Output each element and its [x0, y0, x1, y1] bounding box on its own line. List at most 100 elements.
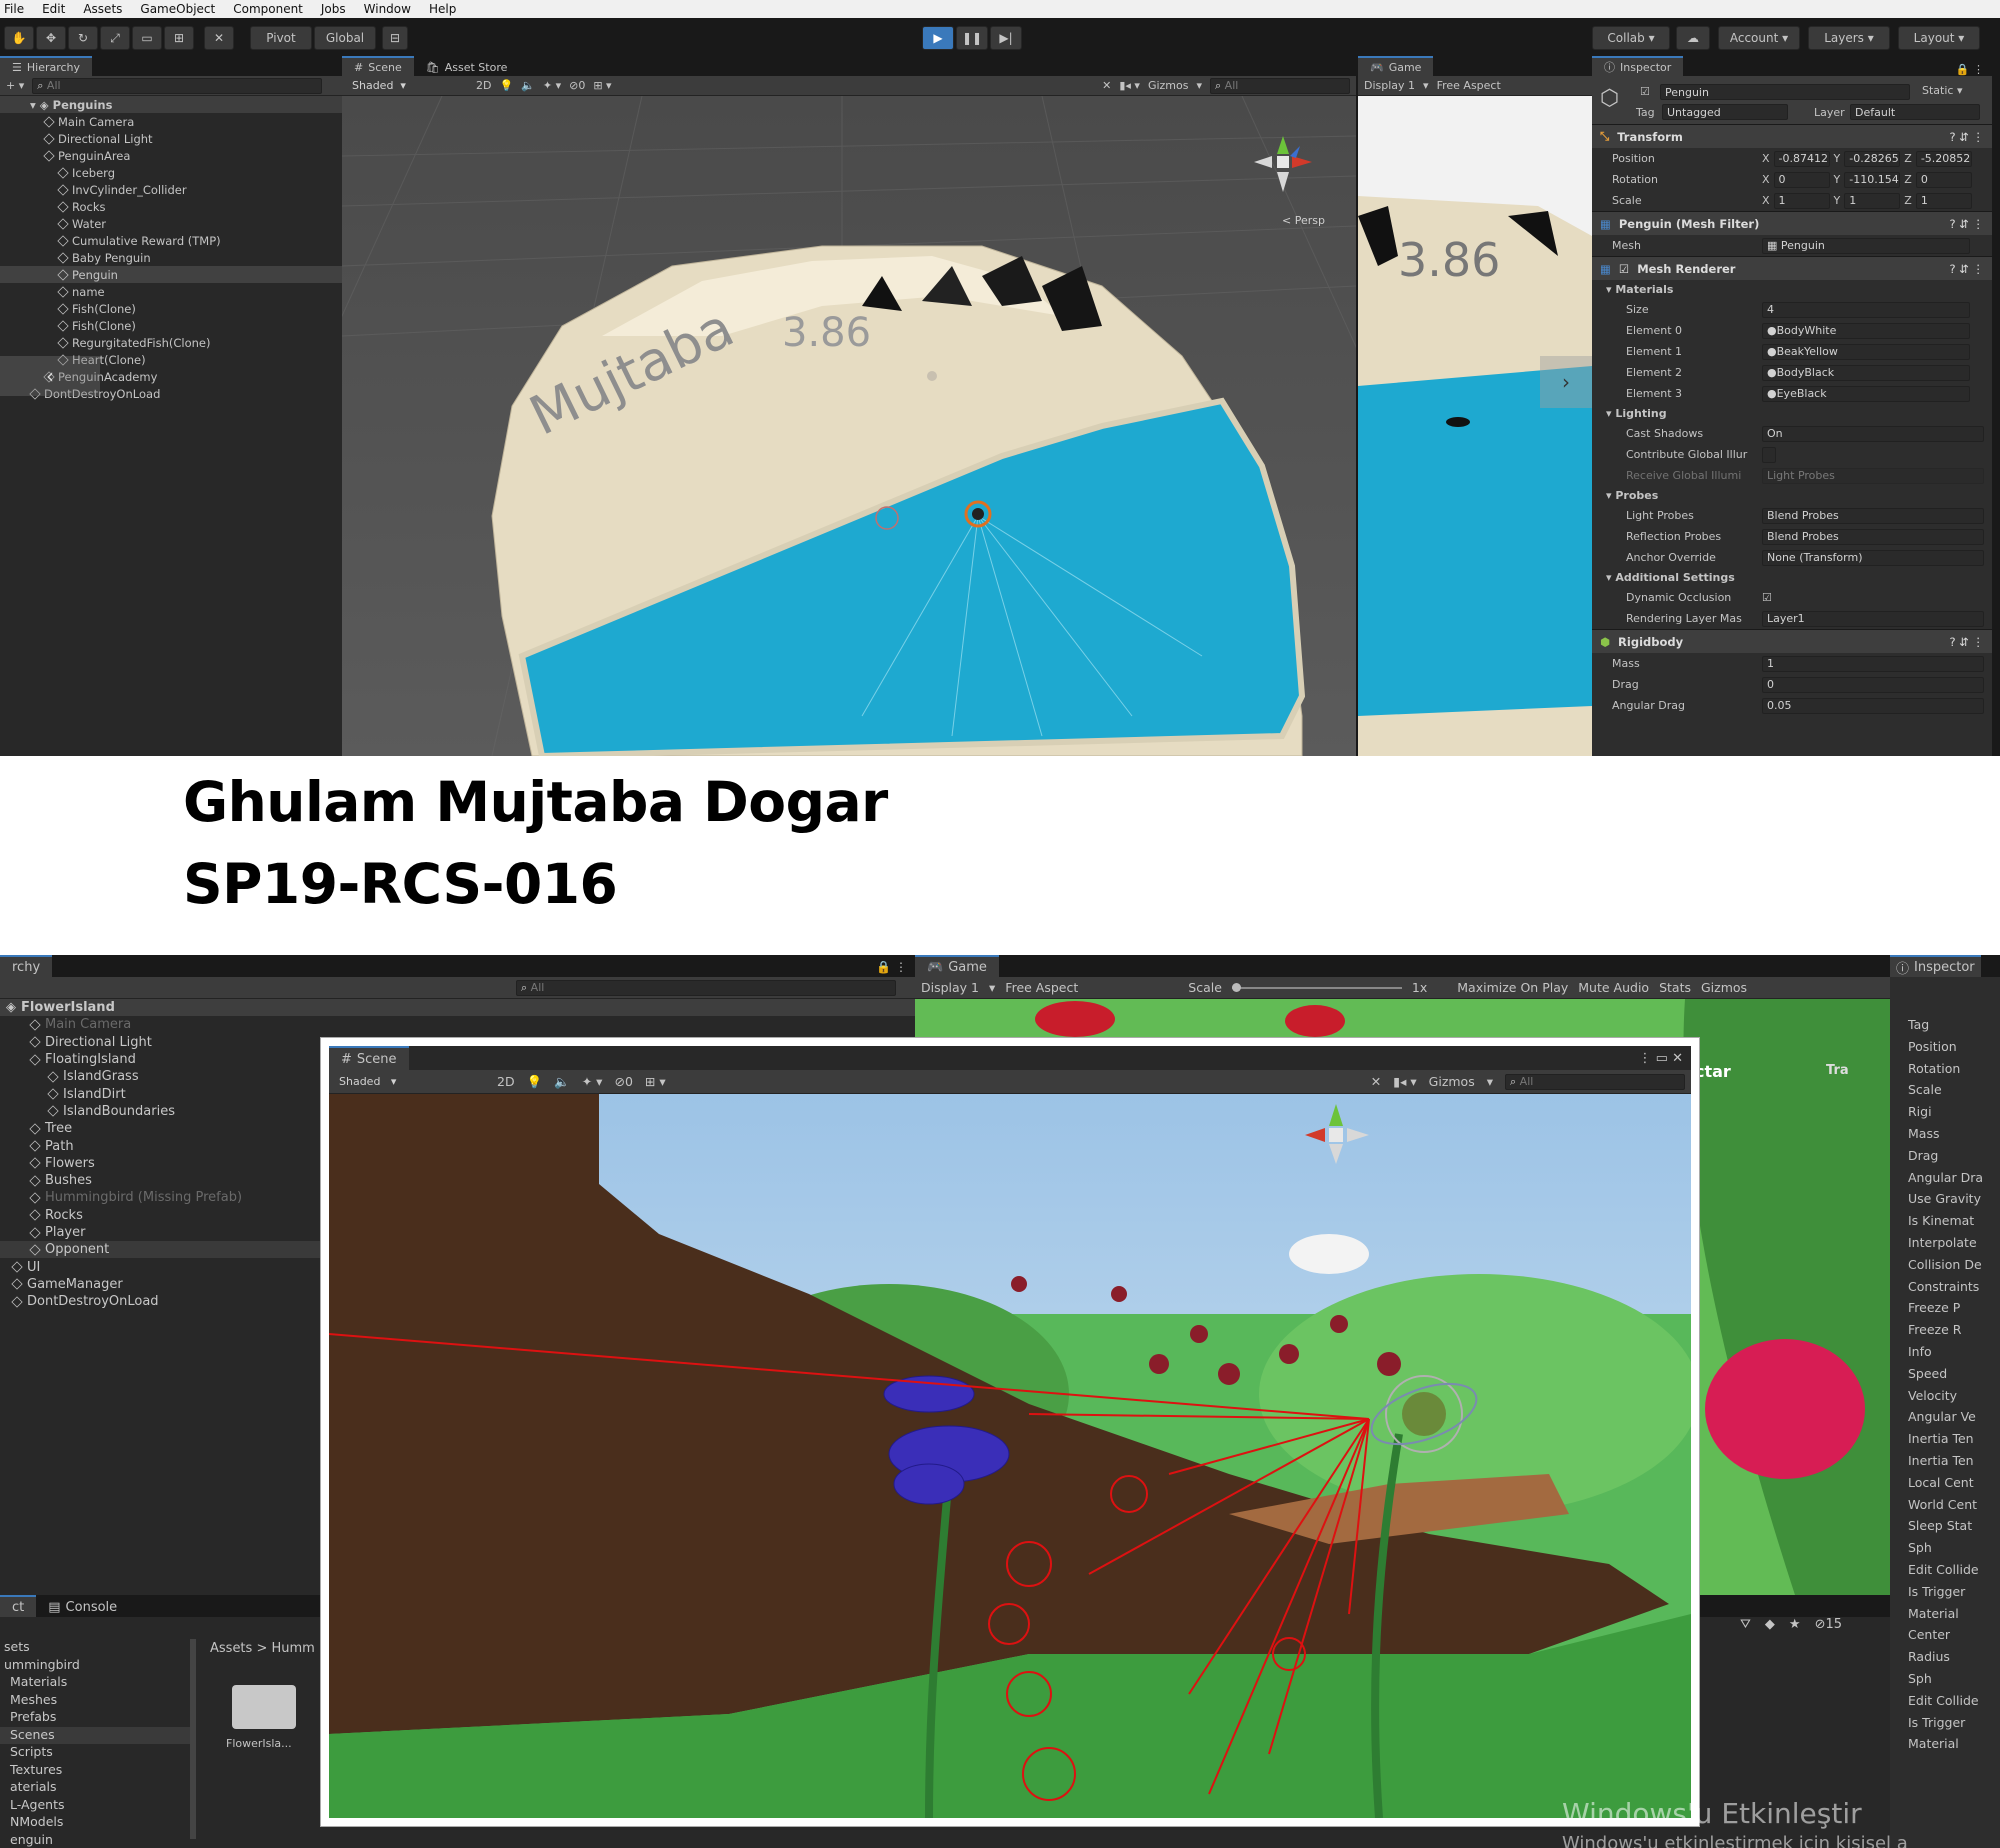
effects-icon[interactable]: ✦ ▾ — [543, 79, 561, 92]
drag-field[interactable]: 0 — [1762, 676, 1984, 693]
next-arrow-overlay[interactable]: › — [1540, 356, 1592, 408]
shading-dropdown[interactable]: Shaded ▾ — [348, 77, 468, 94]
stats-toggle[interactable]: Stats — [1659, 980, 1691, 995]
gizmos-dropdown[interactable]: Gizmos — [1148, 79, 1189, 92]
hierarchy-item[interactable]: Directional Light — [0, 130, 342, 147]
rendering-layer-dropdown[interactable]: Layer1 — [1762, 610, 1984, 627]
prev-arrow-overlay[interactable]: ‹ — [0, 356, 100, 396]
tools-icon[interactable]: ✕ — [1371, 1074, 1381, 1089]
component-menu-icon[interactable]: ? ⇵ ⋮ — [1949, 262, 1992, 276]
collab-dropdown[interactable]: Collab ▾ — [1592, 26, 1670, 50]
tab-console[interactable]: ▤ Console — [36, 1595, 129, 1617]
tab-hierarchy[interactable]: rchy — [0, 955, 53, 977]
scene-viewport[interactable]: Mujtaba 3.86 < Persp — [342, 96, 1356, 756]
2d-toggle[interactable]: 2D — [476, 79, 491, 92]
tab-asset-store[interactable]: 🛍 Asset Store — [414, 56, 520, 76]
project-folder-item[interactable]: NModels — [0, 1814, 190, 1832]
bottom-scene-search[interactable]: ⌕ All — [1505, 1073, 1685, 1090]
project-folder-item[interactable]: enguin — [0, 1832, 190, 1848]
aspect-dropdown[interactable]: Free Aspect — [1437, 79, 1501, 92]
scale-slider-thumb[interactable] — [1231, 982, 1241, 992]
hierarchy-item[interactable]: Fish(Clone) — [0, 317, 342, 334]
menu-edit[interactable]: Edit — [42, 2, 65, 16]
layers-dropdown[interactable]: Layers ▾ — [1808, 26, 1890, 50]
account-dropdown[interactable]: Account ▾ — [1718, 26, 1800, 50]
lighting-header[interactable]: ▾ Lighting — [1592, 404, 1992, 423]
hierarchy-item[interactable]: Baby Penguin — [0, 249, 342, 266]
tab-inspector[interactable]: ⓘ Inspector — [1890, 955, 1981, 977]
hierarchy-item[interactable]: Cumulative Reward (TMP) — [0, 232, 342, 249]
position-y-field[interactable]: -0.28265 — [1844, 150, 1901, 167]
scale-x-field[interactable]: 1 — [1773, 192, 1830, 209]
menu-gameobject[interactable]: GameObject — [140, 2, 215, 16]
tab-scene[interactable]: # Scene — [329, 1046, 409, 1070]
tab-project[interactable]: ct — [0, 1595, 37, 1617]
project-folder-item[interactable]: L-Agents — [0, 1797, 190, 1815]
snap-button[interactable]: ⊟ — [382, 26, 408, 50]
hierarchy-item[interactable]: Penguin — [0, 266, 342, 283]
layer-dropdown[interactable]: Default — [1850, 104, 1980, 120]
rect-tool-button[interactable]: ▭ — [132, 26, 162, 50]
mesh-field[interactable]: ▦ Penguin — [1762, 237, 1970, 254]
tab-inspector[interactable]: ⓘ Inspector — [1592, 56, 1684, 76]
mute-audio-toggle[interactable]: Mute Audio — [1578, 980, 1649, 995]
material-element-field[interactable]: ● BeakYellow — [1762, 343, 1970, 360]
folder-icon[interactable] — [232, 1685, 296, 1729]
hierarchy-item[interactable]: InvCylinder_Collider — [0, 181, 342, 198]
cast-shadows-dropdown[interactable]: On — [1762, 425, 1984, 442]
scene-search-input[interactable]: ⌕ All — [1210, 77, 1350, 94]
star-icon[interactable]: ★ — [1789, 1617, 1801, 1632]
project-breadcrumb[interactable]: Assets > Humm — [210, 1641, 315, 1656]
probes-header[interactable]: ▾ Probes — [1592, 486, 1992, 505]
grid-icon[interactable]: ⊞ ▾ — [593, 79, 611, 92]
menu-window[interactable]: Window — [364, 2, 411, 16]
anchor-override-field[interactable]: None (Transform) — [1762, 549, 1984, 566]
close-icon[interactable]: ✕ — [1672, 1051, 1683, 1066]
hierarchy-item[interactable]: Iceberg — [0, 164, 342, 181]
rotate-tool-button[interactable]: ↻ — [68, 26, 98, 50]
material-element-field[interactable]: ● EyeBlack — [1762, 385, 1970, 402]
bottom-game-gizmos[interactable]: Gizmos — [1701, 980, 1747, 995]
object-name-field[interactable]: Penguin — [1660, 84, 1910, 100]
maximize-icon[interactable]: ▭ — [1656, 1051, 1668, 1066]
project-scrollbar[interactable] — [190, 1639, 196, 1839]
hierarchy-item[interactable]: PenguinArea — [0, 147, 342, 164]
project-folder-item[interactable]: Materials — [0, 1674, 190, 1692]
tab-game[interactable]: 🎮 Game — [915, 955, 999, 977]
step-button[interactable]: ▶| — [990, 26, 1022, 50]
bottom-scene-viewport[interactable] — [329, 1094, 1691, 1818]
hidden-objects-icon[interactable]: ⊘0 — [569, 79, 585, 92]
component-menu-icon[interactable]: ? ⇵ ⋮ — [1949, 635, 1992, 649]
hierarchy-item[interactable]: Water — [0, 215, 342, 232]
hidden-count-icon[interactable]: ⊘15 — [1815, 1617, 1842, 1632]
filter-icon[interactable]: ⛛ — [1740, 1617, 1751, 1632]
hierarchy-search-input[interactable]: ⌕ All — [32, 77, 323, 94]
audio-icon[interactable]: 🔈 — [521, 79, 535, 92]
pivot-toggle[interactable]: Pivot — [250, 26, 312, 50]
lock-icon[interactable]: 🔒 ⋮ — [876, 960, 915, 977]
window-controls[interactable]: ⋮ ▭ ✕ — [1639, 1051, 1691, 1070]
hierarchy-item[interactable]: Fish(Clone) — [0, 300, 342, 317]
hand-tool-button[interactable]: ✋ — [4, 26, 34, 50]
camera-icon[interactable]: ▮◂ ▾ — [1393, 1074, 1416, 1089]
mesh-renderer-header[interactable]: ▦ ☑ Mesh Renderer ? ⇵ ⋮ — [1592, 256, 1992, 280]
project-folder-item[interactable]: Scripts — [0, 1744, 190, 1762]
project-folder-item[interactable]: sets — [0, 1639, 190, 1657]
hierarchy-item[interactable]: name — [0, 283, 342, 300]
play-button[interactable]: ▶ — [922, 26, 954, 50]
rotation-y-field[interactable]: -110.154 — [1844, 171, 1901, 188]
component-menu-icon[interactable]: ? ⇵ ⋮ — [1949, 217, 1992, 231]
project-folder-item[interactable]: Prefabs — [0, 1709, 190, 1727]
menu-jobs[interactable]: Jobs — [321, 2, 346, 16]
menu-assets[interactable]: Assets — [83, 2, 122, 16]
project-folder-item[interactable]: Textures — [0, 1762, 190, 1780]
rigidbody-header[interactable]: ⬢ Rigidbody ? ⇵ ⋮ — [1592, 629, 1992, 653]
light-probes-dropdown[interactable]: Blend Probes — [1762, 507, 1984, 524]
component-menu-icon[interactable]: ? ⇵ ⋮ — [1949, 130, 1992, 144]
bottom-display-dropdown[interactable]: Display 1 — [921, 980, 979, 995]
tab-hierarchy[interactable]: ☰ Hierarchy — [0, 56, 93, 76]
enabled-checkbox[interactable]: ☑ — [1619, 262, 1629, 276]
camera-icon[interactable]: ▮◂ ▾ — [1119, 79, 1140, 92]
transform-header[interactable]: ⤡ Transform ? ⇵ ⋮ — [1592, 124, 1992, 148]
additional-settings-header[interactable]: ▾ Additional Settings — [1592, 568, 1992, 587]
